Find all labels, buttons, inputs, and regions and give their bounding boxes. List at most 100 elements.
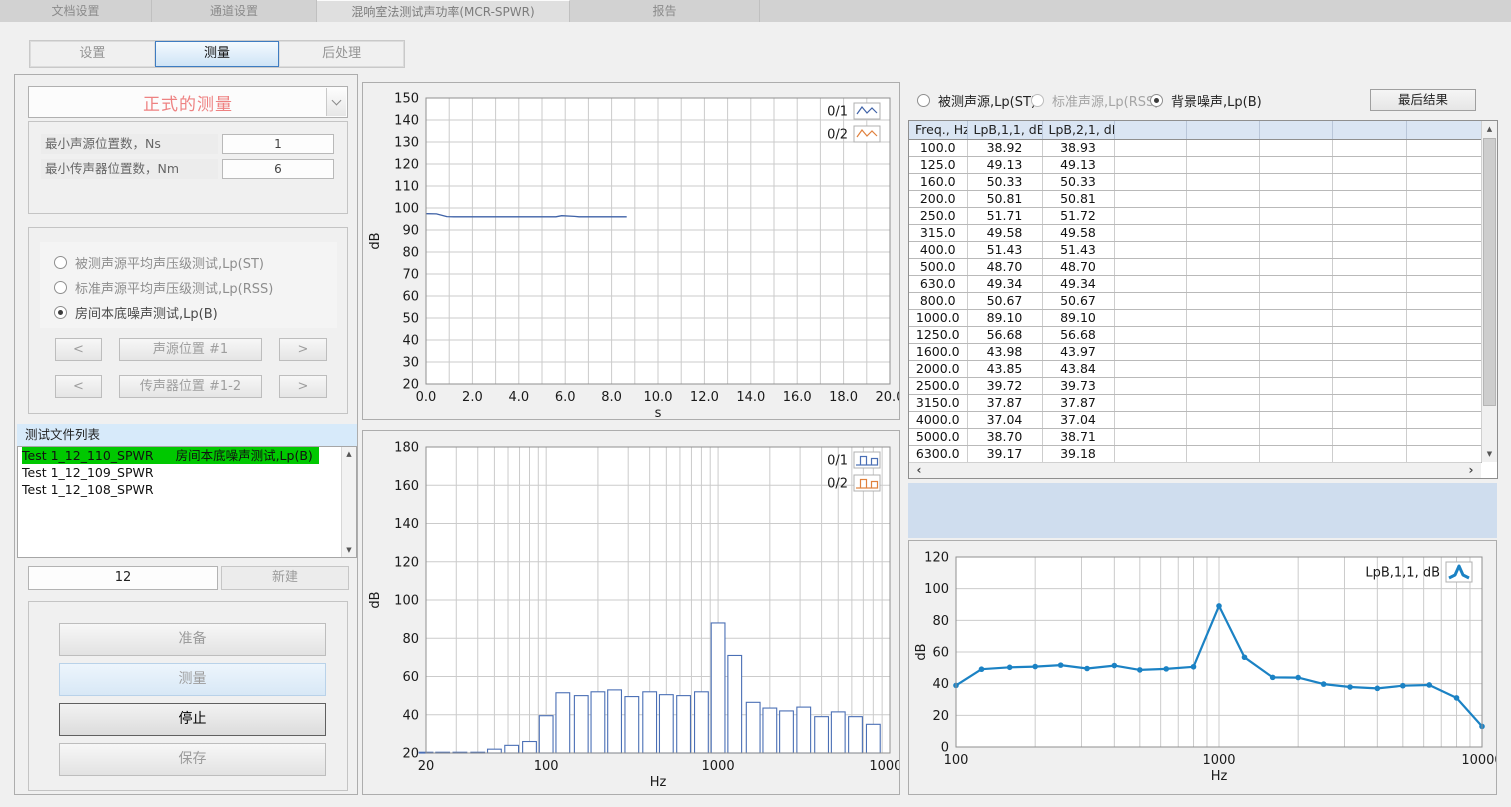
table-cell[interactable]: 1000.0 [909,309,967,326]
radio-lp-st[interactable]: 被测声源平均声压级测试,Lp(ST) [54,254,264,270]
table-cell[interactable] [1186,360,1259,377]
table-cell[interactable]: 51.72 [1042,207,1114,224]
test-file-list[interactable]: Test 1_12_110_SPWR房间本底噪声测试,Lp(B)Test 1_1… [17,446,357,558]
table-cell[interactable] [1259,173,1332,190]
table-row[interactable]: 500.048.7048.70 [909,258,1481,275]
measurement-mode-dropdown[interactable]: 正式的测量 [28,86,348,118]
table-cell[interactable] [1332,139,1406,156]
table-cell[interactable] [1114,275,1186,292]
table-cell[interactable]: 50.67 [1042,292,1114,309]
table-cell[interactable] [1186,207,1259,224]
table-cell[interactable]: 1250.0 [909,326,967,343]
table-cell[interactable] [1332,428,1406,445]
table-cell[interactable]: 51.43 [1042,241,1114,258]
table-cell[interactable] [1332,173,1406,190]
table-cell[interactable] [1332,309,1406,326]
table-cell[interactable]: 51.43 [967,241,1042,258]
prepare-button[interactable]: 准备 [59,623,326,656]
table-cell[interactable] [1186,377,1259,394]
table-cell[interactable]: 50.81 [1042,190,1114,207]
table-cell[interactable] [1332,292,1406,309]
table-cell[interactable]: 400.0 [909,241,967,258]
table-cell[interactable] [1406,428,1481,445]
table-cell[interactable] [1406,139,1481,156]
table-cell[interactable]: 50.33 [967,173,1042,190]
table-cell[interactable]: 38.92 [967,139,1042,156]
table-cell[interactable] [1332,377,1406,394]
result-radio-lp-rss[interactable]: 标准声源,Lp(RSS) [1031,91,1159,110]
spectrum-bar-chart[interactable]: 2040608010012014016018020100100010000Hzd… [363,431,899,794]
table-cell[interactable]: 51.71 [967,207,1042,224]
table-cell[interactable] [1114,139,1186,156]
table-cell[interactable] [1406,377,1481,394]
mic-next-button[interactable]: > [279,375,327,398]
table-cell[interactable]: 39.72 [967,377,1042,394]
table-cell[interactable]: 160.0 [909,173,967,190]
table-cell[interactable]: 39.18 [1042,445,1114,462]
table-cell[interactable] [1259,292,1332,309]
table-cell[interactable]: 49.58 [1042,224,1114,241]
table-cell[interactable]: 49.13 [1042,156,1114,173]
table-cell[interactable]: 43.98 [967,343,1042,360]
table-cell[interactable]: 630.0 [909,275,967,292]
table-cell[interactable] [1114,292,1186,309]
table-cell[interactable] [1259,445,1332,462]
table-cell[interactable] [1114,326,1186,343]
table-cell[interactable] [1332,326,1406,343]
tab-report[interactable]: 报告 [570,0,760,22]
table-cell[interactable] [1332,411,1406,428]
table-cell[interactable] [1406,275,1481,292]
source-position-button[interactable]: 声源位置 #1 [119,338,262,361]
time-history-chart[interactable]: 20304050607080901001101201301401500.02.0… [363,83,899,419]
table-row[interactable]: 200.050.8150.81 [909,190,1481,207]
min-mic-positions-input[interactable]: 6 [222,159,334,179]
table-header-cell[interactable] [1186,121,1259,139]
table-cell[interactable]: 6300.0 [909,445,967,462]
table-cell[interactable] [1332,190,1406,207]
table-cell[interactable] [1406,326,1481,343]
table-cell[interactable] [1259,309,1332,326]
table-cell[interactable] [1186,241,1259,258]
table-row[interactable]: 1000.089.1089.10 [909,309,1481,326]
table-cell[interactable]: 39.73 [1042,377,1114,394]
list-item[interactable]: Test 1_12_110_SPWR房间本底噪声测试,Lp(B) [18,447,356,464]
radio-circle-icon[interactable] [54,256,67,269]
table-cell[interactable] [1406,173,1481,190]
table-row[interactable]: 5000.038.7038.71 [909,428,1481,445]
table-cell[interactable]: 2500.0 [909,377,967,394]
min-source-positions-input[interactable]: 1 [222,134,334,154]
table-cell[interactable] [1332,224,1406,241]
radio-circle-icon[interactable] [1150,94,1163,107]
table-cell[interactable] [1332,394,1406,411]
table-cell[interactable]: 4000.0 [909,411,967,428]
source-prev-button[interactable]: < [55,338,102,361]
table-cell[interactable] [1332,343,1406,360]
tab-mcr-spwr[interactable]: 混响室法测试声功率(MCR-SPWR) [317,0,570,22]
table-cell[interactable] [1332,156,1406,173]
scroll-left-icon[interactable]: ‹ [911,463,927,479]
table-cell[interactable]: 125.0 [909,156,967,173]
table-cell[interactable] [1186,190,1259,207]
table-cell[interactable] [1114,428,1186,445]
table-cell[interactable] [1186,394,1259,411]
table-cell[interactable] [1259,207,1332,224]
scroll-up-icon[interactable]: ▲ [1482,122,1497,136]
radio-circle-icon[interactable] [1031,94,1044,107]
table-cell[interactable] [1332,445,1406,462]
table-cell[interactable] [1259,241,1332,258]
table-cell[interactable] [1114,394,1186,411]
table-cell[interactable] [1406,309,1481,326]
radio-lp-rss[interactable]: 标准声源平均声压级测试,Lp(RSS) [54,279,273,295]
file-counter-button[interactable]: 12 [28,566,218,590]
table-cell[interactable] [1186,326,1259,343]
scroll-down-icon[interactable]: ▼ [1482,447,1497,461]
table-cell[interactable] [1114,156,1186,173]
tab-channel-settings[interactable]: 通道设置 [152,0,317,22]
table-cell[interactable]: 315.0 [909,224,967,241]
table-cell[interactable] [1332,258,1406,275]
table-cell[interactable] [1259,343,1332,360]
scrollbar-thumb[interactable] [1483,138,1496,406]
table-cell[interactable] [1114,241,1186,258]
table-cell[interactable] [1406,207,1481,224]
table-cell[interactable]: 49.34 [967,275,1042,292]
